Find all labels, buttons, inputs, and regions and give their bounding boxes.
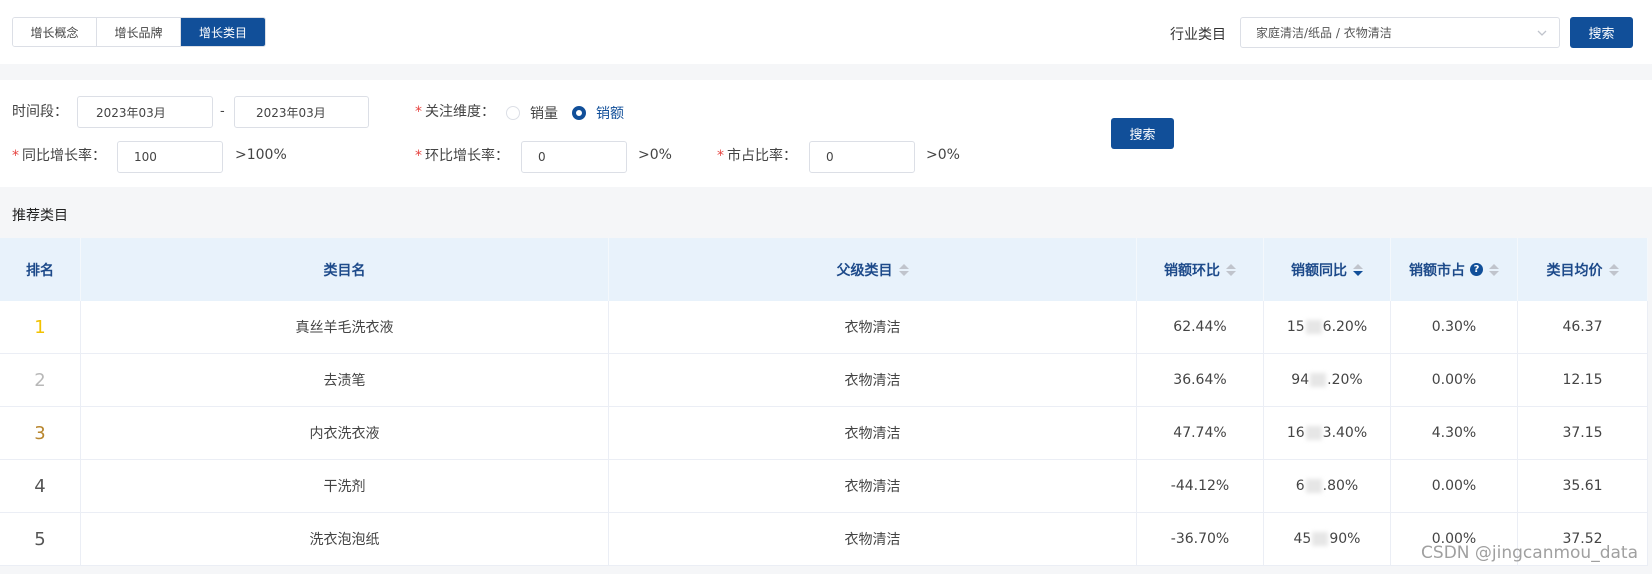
growth-tabs: 增长概念 增长品牌 增长类目: [12, 17, 266, 47]
category-name-cell: 洗衣泡泡纸: [81, 513, 609, 565]
sales-mom-cell: 47.74%: [1137, 407, 1264, 459]
rank-cell: 5: [0, 513, 81, 565]
parent-category-cell: 衣物清洁: [609, 301, 1137, 353]
table-row[interactable]: 1 真丝羊毛洗衣液 衣物清洁 62.44% 15 6.20% 0.30% 46.37: [0, 301, 1648, 354]
period-separator: -: [220, 104, 225, 119]
period-end-input[interactable]: 2023年03月: [234, 96, 369, 128]
col-avg-price[interactable]: 类目均价: [1518, 238, 1648, 301]
tab-growth-category[interactable]: 增长类目: [181, 18, 265, 46]
redaction-mask: [1305, 426, 1322, 440]
filter-search-button[interactable]: 搜索: [1111, 118, 1174, 149]
col-sales-yoy[interactable]: 销额同比: [1264, 238, 1391, 301]
col-category-name: 类目名: [81, 238, 609, 301]
sales-yoy-cell: 15 6.20%: [1264, 301, 1391, 353]
parent-category-cell: 衣物清洁: [609, 407, 1137, 459]
yoy-input[interactable]: 100: [117, 141, 223, 173]
industry-label: 行业类目: [1170, 27, 1226, 43]
sales-yoy-cell: 16 3.40%: [1264, 407, 1391, 459]
sales-mom-cell: -36.70%: [1137, 513, 1264, 565]
chevron-down-icon: [1537, 30, 1547, 36]
sales-yoy-cell: 6.80%: [1264, 460, 1391, 512]
table-body: 1 真丝羊毛洗衣液 衣物清洁 62.44% 15 6.20% 0.30% 46.37 2 去渍笔衣…: [0, 301, 1648, 566]
industry-select[interactable]: 家庭清洁/纸品 / 衣物清洁: [1240, 17, 1560, 48]
category-name-cell: 干洗剂: [81, 460, 609, 512]
col-sales-share[interactable]: 销额市占?: [1391, 238, 1518, 301]
redaction-mask: [1312, 532, 1329, 546]
yoy-label: * 同比增长率：: [12, 148, 106, 164]
avg-price-cell: 12.15: [1518, 354, 1648, 406]
sales-mom-cell: 62.44%: [1137, 301, 1264, 353]
rank-cell: 4: [0, 460, 81, 512]
share-suffix: >0%: [926, 147, 960, 163]
mom-input[interactable]: 0: [521, 141, 627, 173]
sort-caret-icon[interactable]: [1489, 263, 1499, 276]
table-row[interactable]: 3 内衣洗衣液 衣物清洁 47.74% 16 3.40% 4.30% 37.15: [0, 407, 1648, 460]
radio-checked-icon: [572, 106, 586, 120]
table-row[interactable]: 4 干洗剂 衣物清洁 -44.12% 6.80% 0.00% 35.61: [0, 460, 1648, 513]
radio-icon: [506, 106, 520, 120]
avg-price-cell: 37.15: [1518, 407, 1648, 459]
industry-search-button[interactable]: 搜索: [1570, 17, 1633, 48]
category-table: 排名 类目名 父级类目 销额环比 销额同比 销额市占? 类目均价 1 真丝羊毛洗衣…: [0, 238, 1648, 566]
dimension-radio-volume[interactable]: 销量: [506, 103, 558, 123]
mom-suffix: >0%: [638, 147, 672, 163]
redaction-mask: [1305, 320, 1322, 334]
sales-share-cell: 0.00%: [1391, 354, 1518, 406]
share-label: * 市占比率：: [717, 148, 797, 164]
period-start-input[interactable]: 2023年03月: [77, 96, 213, 128]
sales-mom-cell: -44.12%: [1137, 460, 1264, 512]
sort-caret-icon[interactable]: [1226, 263, 1236, 276]
table-row[interactable]: 2 去渍笔 衣物清洁 36.64% 94.20% 0.00% 12.15: [0, 354, 1648, 407]
category-name-cell: 去渍笔: [81, 354, 609, 406]
sales-yoy-cell: 94.20%: [1264, 354, 1391, 406]
sales-share-cell: 0.00%: [1391, 460, 1518, 512]
dimension-radio-sales[interactable]: 销额: [572, 103, 624, 123]
sort-caret-icon[interactable]: [898, 263, 909, 276]
sales-yoy-cell: 45 90%: [1264, 513, 1391, 565]
tab-growth-concept[interactable]: 增长概念: [13, 18, 97, 46]
industry-select-value: 家庭清洁/纸品 / 衣物清洁: [1256, 26, 1392, 40]
watermark: CSDN @jingcanmou_data: [1421, 543, 1638, 563]
col-sales-mom[interactable]: 销额环比: [1137, 238, 1264, 301]
section-title: 推荐类目: [12, 208, 68, 224]
sales-mom-cell: 36.64%: [1137, 354, 1264, 406]
dimension-label: * 关注维度：: [415, 104, 495, 120]
tab-growth-brand[interactable]: 增长品牌: [97, 18, 181, 46]
rank-cell: 2: [0, 354, 81, 406]
sort-caret-icon[interactable]: [1353, 263, 1363, 276]
top-bar: 增长概念 增长品牌 增长类目 行业类目 家庭清洁/纸品 / 衣物清洁 搜索: [0, 0, 1652, 64]
redaction-mask: [1305, 479, 1322, 493]
rank-cell: 3: [0, 407, 81, 459]
parent-category-cell: 衣物清洁: [609, 460, 1137, 512]
question-circle-icon[interactable]: ?: [1470, 263, 1483, 276]
col-parent-category[interactable]: 父级类目: [609, 238, 1137, 301]
col-rank: 排名: [0, 238, 81, 301]
rank-cell: 1: [0, 301, 81, 353]
table-header: 排名 类目名 父级类目 销额环比 销额同比 销额市占? 类目均价: [0, 238, 1648, 301]
sales-share-cell: 0.30%: [1391, 301, 1518, 353]
period-label: 时间段：: [12, 104, 68, 120]
sort-caret-icon[interactable]: [1608, 263, 1619, 276]
redaction-mask: [1310, 373, 1327, 387]
avg-price-cell: 46.37: [1518, 301, 1648, 353]
mom-label: * 环比增长率：: [415, 148, 509, 164]
sales-share-cell: 4.30%: [1391, 407, 1518, 459]
share-input[interactable]: 0: [809, 141, 915, 173]
parent-category-cell: 衣物清洁: [609, 513, 1137, 565]
avg-price-cell: 35.61: [1518, 460, 1648, 512]
parent-category-cell: 衣物清洁: [609, 354, 1137, 406]
category-name-cell: 真丝羊毛洗衣液: [81, 301, 609, 353]
table-row[interactable]: 5 洗衣泡泡纸 衣物清洁 -36.70% 45 90% 0.00% 37.52: [0, 513, 1648, 566]
yoy-suffix: >100%: [235, 147, 287, 163]
category-name-cell: 内衣洗衣液: [81, 407, 609, 459]
